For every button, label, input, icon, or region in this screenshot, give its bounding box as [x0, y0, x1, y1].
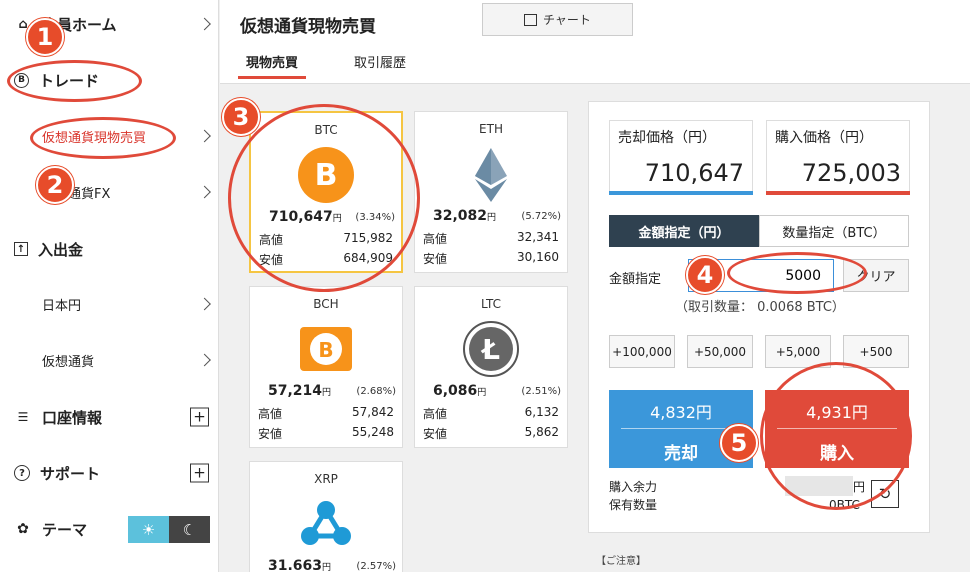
deposit-icon: ↑ [14, 242, 28, 256]
svg-text:B: B [318, 338, 333, 362]
sidebar-item-deposit[interactable]: ↑ 入出金 [0, 235, 219, 263]
coin-card-bch[interactable]: BCH B 57,214円 (2.68%) 高値 57,842 安値 55,248 [249, 286, 403, 448]
buy-price-value: 725,003 [801, 159, 901, 187]
ethereum-icon [475, 148, 507, 202]
coin-symbol: ETH [479, 122, 503, 136]
coin-high: 高値 6,132 [423, 405, 559, 421]
moon-icon[interactable]: ☾ [169, 516, 210, 543]
tab-amount-yen[interactable]: 金額指定（円） [609, 215, 759, 247]
chevron-right-icon [198, 185, 211, 199]
sidebar-item-fx[interactable]: 仮想通貨FX [0, 178, 219, 206]
tab-history[interactable]: 取引履歴 [354, 52, 406, 71]
chevron-right-icon [198, 297, 211, 311]
sidebar-item-jpy[interactable]: 日本円 [0, 290, 219, 318]
annotation-ring-spot [30, 117, 176, 159]
buy-price-bar [766, 191, 910, 195]
sell-price-bar [609, 191, 753, 195]
annotation-ring-btc [228, 104, 420, 292]
list-icon: ☰ [17, 410, 29, 424]
notes-heading: 【ご注意】 [596, 556, 646, 567]
coin-high: 高値 32,341 [423, 230, 559, 246]
coin-price: 57,214円 [268, 383, 332, 399]
chart-icon [524, 13, 538, 26]
coin-price: 6,086円 [433, 383, 487, 399]
chart-button[interactable]: チャート [482, 3, 633, 36]
annotation-ring-trade [7, 60, 142, 102]
balance-label: 購入余力 [609, 480, 658, 494]
sidebar-item-label: 入出金 [38, 240, 84, 259]
coin-symbol: BCH [313, 297, 339, 311]
sell-price-box: 売却価格（円） 710,647 [609, 120, 753, 195]
svg-text:Ł: Ł [480, 333, 500, 366]
holding-label: 保有数量 [609, 498, 658, 512]
page-title: 仮想通貨現物売買 [240, 17, 376, 37]
sidebar-item-label: 仮想通貨 [42, 354, 95, 370]
coin-symbol: XRP [314, 472, 338, 486]
chevron-right-icon [198, 17, 211, 31]
tab-quantity-btc[interactable]: 数量指定（BTC） [759, 215, 909, 247]
coin-symbol: LTC [480, 297, 502, 311]
coin-change: (2.57%) [356, 561, 396, 572]
help-icon: ? [14, 465, 30, 481]
tab-spot[interactable]: 現物売買 [237, 52, 307, 79]
annotation-number-1: 1 [26, 18, 64, 56]
sell-price-label: 売却価格（円） [618, 130, 716, 146]
sell-amount: 4,832円 [650, 403, 712, 422]
coin-low: 安値 30,160 [423, 250, 559, 266]
sidebar-item-support[interactable]: ? サポート + [0, 459, 219, 487]
increment-50000-button[interactable]: +50,000 [687, 335, 753, 368]
header: 仮想通貨現物売買 チャート 現物売買 取引履歴 [220, 0, 970, 84]
chart-button-label: チャート [543, 13, 591, 27]
annotation-number-4: 4 [686, 256, 724, 294]
coin-card-ltc[interactable]: LTC Ł 6,086円 (2.51%) 高値 6,132 安値 5,862 [414, 286, 568, 448]
divider [621, 428, 741, 429]
coin-change: (2.51%) [521, 386, 561, 397]
theme-toggle[interactable]: ☀ ☾ [128, 516, 210, 543]
sidebar-item-label: 日本円 [42, 298, 82, 314]
annotation-number-2: 2 [36, 166, 74, 204]
sidebar-item-label: 口座情報 [42, 408, 103, 427]
coin-card-xrp[interactable]: XRP 31.663円 (2.57%) [249, 461, 403, 572]
sell-price-value: 710,647 [644, 159, 744, 187]
chevron-right-icon [198, 129, 211, 143]
coin-change: (5.72%) [521, 211, 561, 222]
coin-high: 高値 57,842 [258, 405, 394, 421]
buy-price-box: 購入価格（円） 725,003 [766, 120, 910, 195]
coin-low: 安値 5,862 [423, 425, 559, 441]
coin-change: (2.68%) [356, 386, 396, 397]
plus-icon[interactable]: + [190, 407, 209, 427]
palette-icon: ✿ [17, 521, 29, 537]
annotation-ring-amount [727, 252, 867, 294]
ripple-icon [301, 501, 351, 545]
coin-low: 安値 55,248 [258, 425, 394, 441]
sidebar-item-account[interactable]: ☰ 口座情報 + [0, 403, 219, 431]
annotation-ring-buy [760, 362, 912, 510]
sidebar-item-label: テーマ [42, 520, 88, 539]
coin-price: 31.663円 [268, 558, 332, 572]
sun-icon[interactable]: ☀ [128, 516, 169, 543]
increment-100000-button[interactable]: +100,000 [609, 335, 675, 368]
litecoin-icon: Ł [463, 321, 519, 377]
buy-price-label: 購入価格（円） [775, 130, 873, 146]
bitcoin-cash-icon: B [300, 327, 352, 371]
sidebar-item-crypto[interactable]: 仮想通貨 [0, 346, 219, 374]
amount-label: 金額指定 [609, 272, 662, 287]
plus-icon[interactable]: + [190, 463, 209, 483]
coin-price: 32,082円 [433, 208, 497, 224]
annotation-number-3: 3 [222, 98, 260, 136]
annotation-number-5: 5 [720, 424, 758, 462]
trade-quantity-estimate: （取引数量： 0.0068 BTC） [675, 300, 845, 315]
sidebar-item-label: サポート [40, 464, 101, 483]
chevron-right-icon [198, 353, 211, 367]
coin-card-eth[interactable]: ETH 32,082円 (5.72%) 高値 32,341 安値 30,160 [414, 111, 568, 273]
